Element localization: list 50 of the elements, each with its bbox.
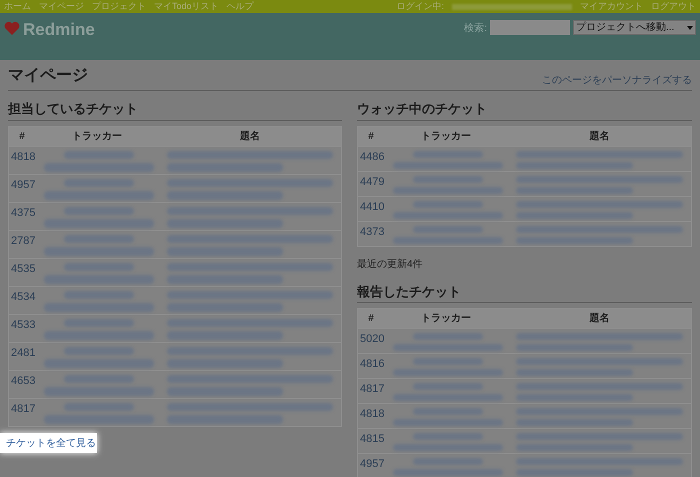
ticket-id-link[interactable]: 4410 xyxy=(358,198,388,218)
ticket-id-link[interactable]: 4533 xyxy=(9,316,39,340)
ticket-id-link[interactable]: 4375 xyxy=(9,204,39,228)
column-header: 題名 xyxy=(588,312,610,326)
ticket-id-link[interactable]: 4653 xyxy=(9,372,39,396)
recent-updates-count: 最近の更新4件 xyxy=(357,258,424,272)
ticket-id-link[interactable]: 4817 xyxy=(9,400,39,424)
ticket-id-link[interactable]: 4818 xyxy=(358,406,388,426)
ticket-id-link[interactable]: 4957 xyxy=(358,456,388,476)
menu-link[interactable]: プロジェクト xyxy=(92,0,146,14)
ticket-id-link[interactable]: 4957 xyxy=(9,176,39,200)
column-header: # xyxy=(367,312,375,326)
menu-link[interactable]: マイページ xyxy=(39,0,84,14)
menu-link[interactable]: マイアカウント xyxy=(580,0,643,14)
ticket-id-link[interactable]: 4373 xyxy=(358,224,388,244)
ticket-id-link[interactable]: 4818 xyxy=(9,148,39,172)
menu-link[interactable]: ホーム xyxy=(4,0,31,14)
ticket-id-link[interactable]: 4535 xyxy=(9,260,39,284)
personalize-link[interactable]: このページをパーソナライズする xyxy=(542,73,692,88)
ticket-id-link[interactable]: 5020 xyxy=(358,331,388,351)
search-label: 検索: xyxy=(464,22,487,36)
heart-icon xyxy=(4,21,20,35)
section-title: 報告したチケット xyxy=(357,282,692,303)
menu-link[interactable]: マイTodoリスト xyxy=(154,0,219,14)
menu-link[interactable]: ヘルプ xyxy=(226,0,254,14)
section-title: 担当しているチケット xyxy=(8,99,342,120)
section-title: ウォッチ中のチケット xyxy=(357,99,692,120)
ticket-id-link[interactable]: 4534 xyxy=(9,288,39,312)
view-all-tickets-link[interactable]: チケットを全て見る xyxy=(0,432,97,452)
ticket-id-link[interactable]: 2481 xyxy=(9,344,39,368)
ticket-id-link[interactable]: 4479 xyxy=(358,174,388,194)
caret-icon xyxy=(687,26,693,30)
column-header: トラッカー xyxy=(71,130,123,144)
ticket-id-link[interactable]: 4816 xyxy=(358,356,388,376)
column-header: 題名 xyxy=(239,130,261,144)
search-field[interactable] xyxy=(490,20,570,35)
column-header: 題名 xyxy=(588,130,610,144)
ticket-id-link[interactable]: 2787 xyxy=(9,232,39,256)
app-logo: Redmine xyxy=(23,19,95,41)
ticket-id-link[interactable]: 4486 xyxy=(358,148,388,168)
column-header: トラッカー xyxy=(420,312,472,326)
column-header: トラッカー xyxy=(420,130,472,144)
ticket-id-link[interactable]: 4817 xyxy=(358,381,388,401)
logged-in-label: ログイン中: xyxy=(396,0,444,13)
page-title: マイページ xyxy=(8,66,88,86)
project-jump-select[interactable]: プロジェクトへ移動... xyxy=(573,20,696,35)
column-header: # xyxy=(367,130,375,144)
ticket-id-link[interactable]: 4815 xyxy=(358,431,388,451)
menu-link[interactable]: ログアウト xyxy=(651,0,696,14)
column-header: # xyxy=(18,130,26,144)
